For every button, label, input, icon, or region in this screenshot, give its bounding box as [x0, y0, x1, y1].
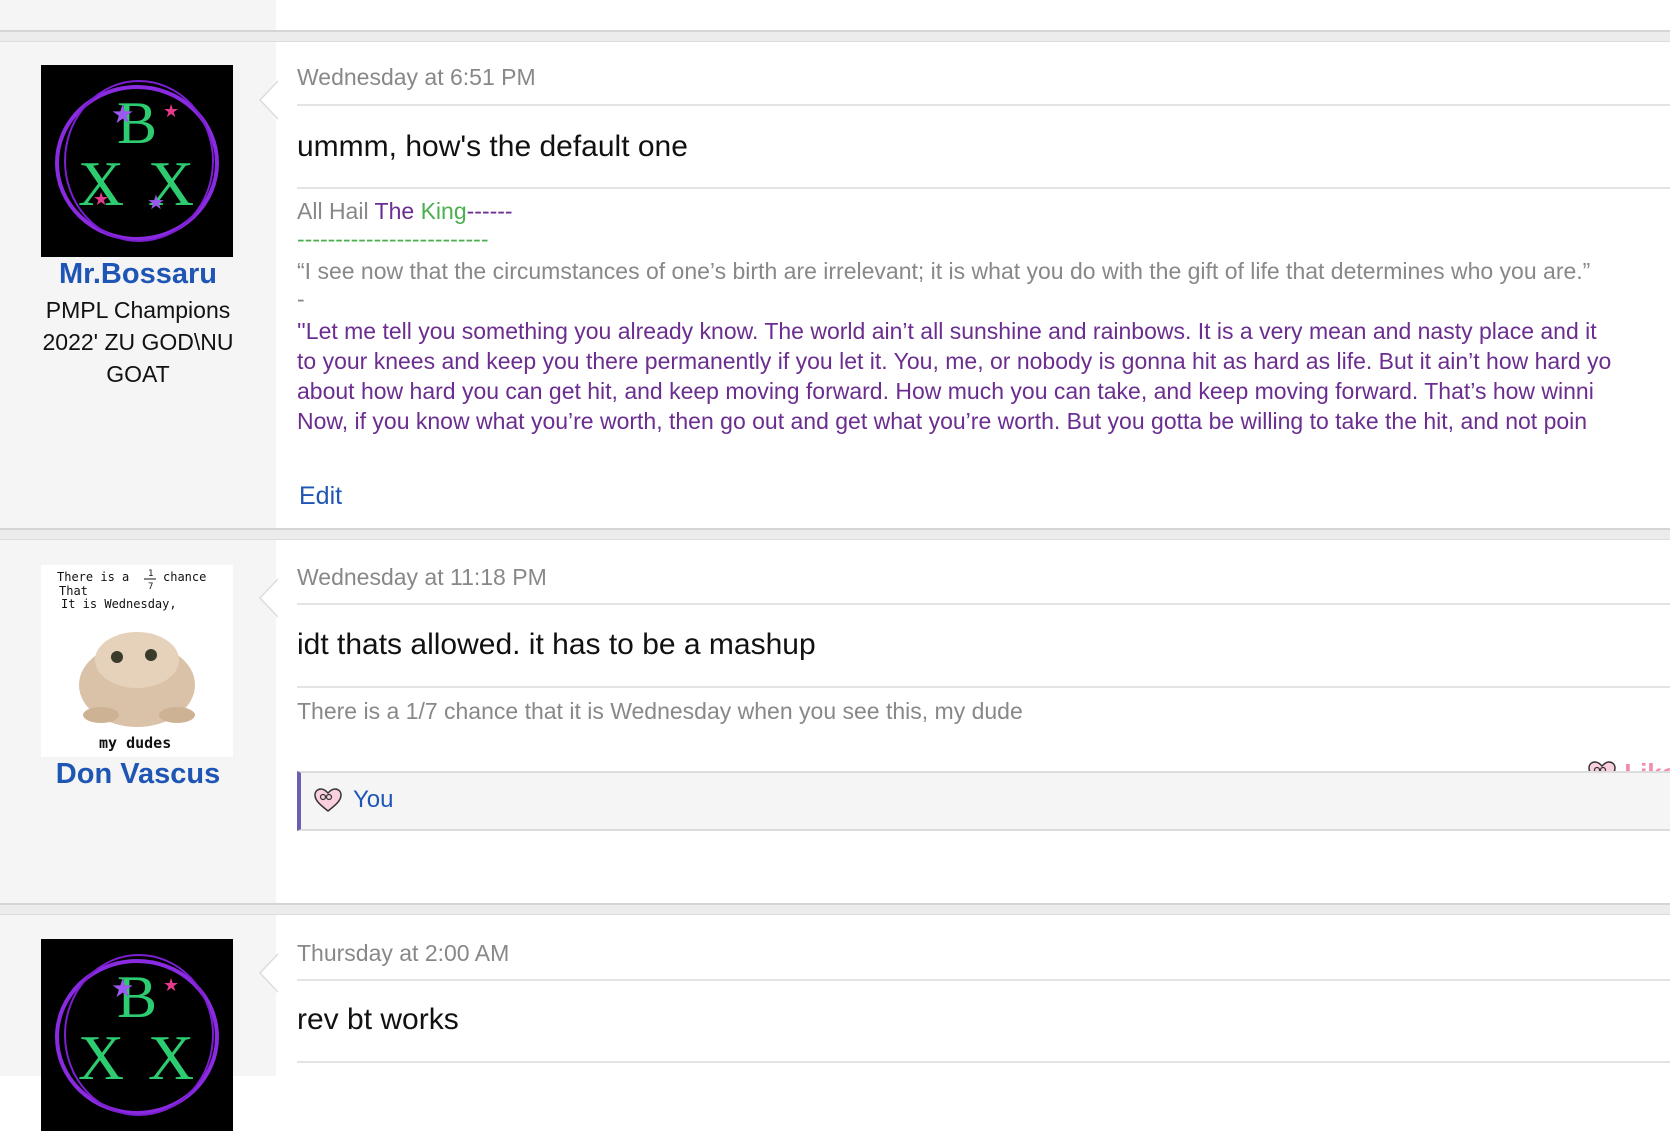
- edit-link[interactable]: Edit: [299, 482, 342, 511]
- message-pointer: [259, 80, 278, 120]
- divider: [297, 104, 1670, 106]
- avatar-text-line1: There is a: [57, 570, 129, 584]
- bx-logo-icon: B X X ★ ★: [41, 939, 233, 1131]
- signature-quote-1: “I see now that the circumstances of one…: [297, 258, 1591, 284]
- svg-text:★: ★: [147, 192, 165, 214]
- likes-summary: You: [297, 771, 1670, 831]
- post-separator: [0, 30, 1670, 42]
- signature-hail-dashes: ------: [466, 198, 513, 224]
- avatar[interactable]: B X X ★ ★ ★ ★: [41, 65, 233, 257]
- user-title: PMPL Champions 2022' ZU GOD\NU GOAT: [42, 297, 234, 387]
- post-3: B X X ★ ★ Thursday at 2:00 AM rev bt wor…: [0, 915, 1670, 1131]
- svg-text:★: ★: [111, 99, 134, 129]
- post-separator: [0, 528, 1670, 540]
- post-date[interactable]: Wednesday at 11:18 PM: [297, 564, 547, 591]
- signature-hail-the: The: [374, 198, 415, 224]
- previous-post-tail: [0, 0, 1670, 30]
- post-3-sidebar: B X X ★ ★: [0, 915, 276, 1131]
- post-1: B X X ★ ★ ★ ★ Mr.Bossaru PMPL Champions …: [0, 42, 1670, 528]
- signature-quote-2-line-2: to your knees and keep you there permane…: [297, 348, 1612, 374]
- divider: [297, 979, 1670, 981]
- avatar[interactable]: B X X ★ ★: [41, 939, 233, 1131]
- message-pointer: [259, 578, 278, 618]
- likes-you-link[interactable]: You: [353, 786, 394, 814]
- divider: [297, 187, 1670, 189]
- post-separator: [0, 903, 1670, 915]
- previous-post-sidebar: [0, 0, 276, 30]
- signature-quote-dash: -: [297, 286, 305, 312]
- post-2-content: Wednesday at 11:18 PM idt thats allowed.…: [297, 540, 1670, 903]
- svg-text:★: ★: [93, 189, 109, 209]
- svg-text:X: X: [148, 1022, 194, 1093]
- message-text: ummm, how's the default one: [297, 130, 688, 163]
- signature-text: There is a 1/7 chance that it is Wednesd…: [297, 698, 1023, 724]
- wednesday-frog-icon: There is a 1 7 chance That It is Wednesd…: [41, 565, 233, 757]
- svg-text:★: ★: [111, 973, 134, 1003]
- avatar-fraction-num: 1: [148, 569, 153, 579]
- post-2: There is a 1 7 chance That It is Wednesd…: [0, 540, 1670, 903]
- signature-quote-2-line-1: ''Let me tell you something you already …: [297, 318, 1597, 344]
- username[interactable]: Mr.Bossaru: [0, 258, 276, 291]
- message-text: rev bt works: [297, 1003, 459, 1036]
- divider: [297, 1061, 1670, 1063]
- signature-hail-king: King: [414, 198, 467, 224]
- post-date[interactable]: Thursday at 2:00 AM: [297, 940, 509, 967]
- post-2-sidebar: There is a 1 7 chance That It is Wednesd…: [0, 540, 276, 903]
- avatar-fraction-den: 7: [148, 582, 153, 592]
- post-1-content: Wednesday at 6:51 PM ummm, how's the def…: [297, 42, 1670, 528]
- message-pointer: [259, 953, 278, 993]
- divider: [297, 686, 1670, 688]
- avatar-text-line3: It is Wednesday,: [61, 597, 177, 611]
- signature-quote-2-line-4: Now, if you know what you’re worth, then…: [297, 408, 1588, 434]
- post-3-content: Thursday at 2:00 AM rev bt works: [297, 915, 1670, 1076]
- svg-text:★: ★: [163, 975, 179, 995]
- signature: All Hail The King------ ----------------…: [297, 195, 1670, 481]
- avatar-text-line2: That: [59, 584, 88, 598]
- avatar-text-chance: chance: [163, 570, 206, 584]
- avatar[interactable]: There is a 1 7 chance That It is Wednesd…: [41, 565, 233, 757]
- signature-quote-2-line-3: about how hard you can get hit, and keep…: [297, 378, 1594, 404]
- signature-dash-line: -------------------------: [297, 226, 489, 252]
- avatar-text-bottom: my dudes: [99, 734, 171, 752]
- signature-hail-prefix: All Hail: [297, 198, 375, 224]
- heart-icon: [313, 787, 343, 818]
- username[interactable]: Don Vascus: [0, 758, 276, 791]
- bx-logo-icon: B X X ★ ★ ★ ★: [41, 65, 233, 257]
- post-1-sidebar: B X X ★ ★ ★ ★ Mr.Bossaru PMPL Champions …: [0, 42, 276, 528]
- post-date[interactable]: Wednesday at 6:51 PM: [297, 64, 536, 91]
- svg-text:★: ★: [163, 101, 179, 121]
- divider: [297, 603, 1670, 605]
- message-text: idt thats allowed. it has to be a mashup: [297, 628, 816, 661]
- svg-text:X: X: [78, 1022, 124, 1093]
